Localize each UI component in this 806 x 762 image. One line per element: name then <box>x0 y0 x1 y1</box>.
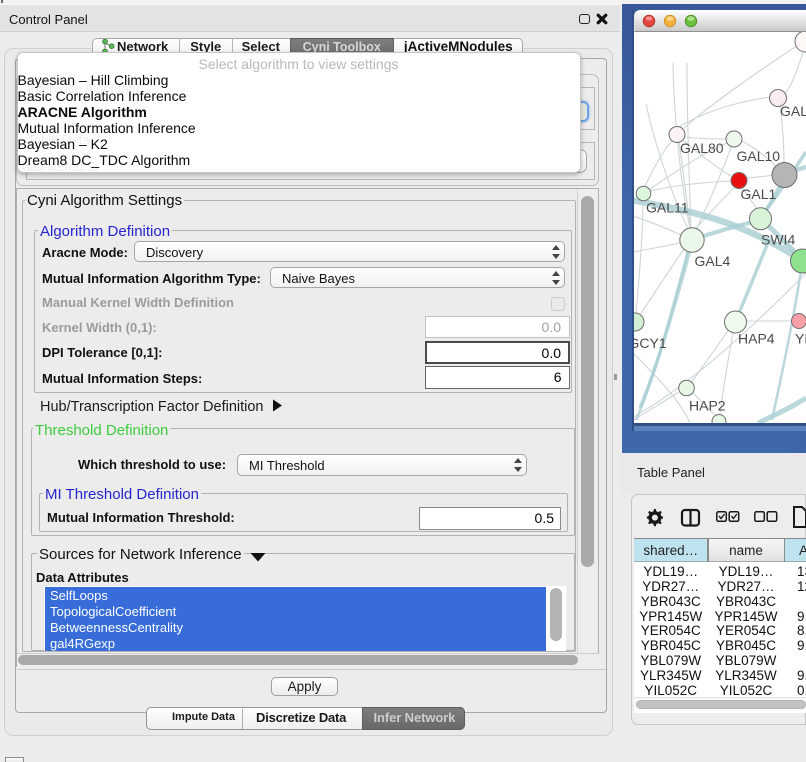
svg-text:GAL2: GAL2 <box>780 103 806 119</box>
svg-text:GAL11: GAL11 <box>646 200 689 216</box>
svg-text:GAL10: GAL10 <box>737 148 781 164</box>
svg-text:GAL4: GAL4 <box>695 253 731 269</box>
svg-text:GAL80: GAL80 <box>680 140 724 156</box>
svg-text:SWI4: SWI4 <box>761 232 795 248</box>
svg-text:HAP2: HAP2 <box>689 398 726 414</box>
svg-text:GAL1: GAL1 <box>741 186 777 202</box>
svg-text:HAP4: HAP4 <box>738 331 775 347</box>
svg-text:GCY1: GCY1 <box>634 335 667 351</box>
svg-text:YD: YD <box>795 331 806 347</box>
